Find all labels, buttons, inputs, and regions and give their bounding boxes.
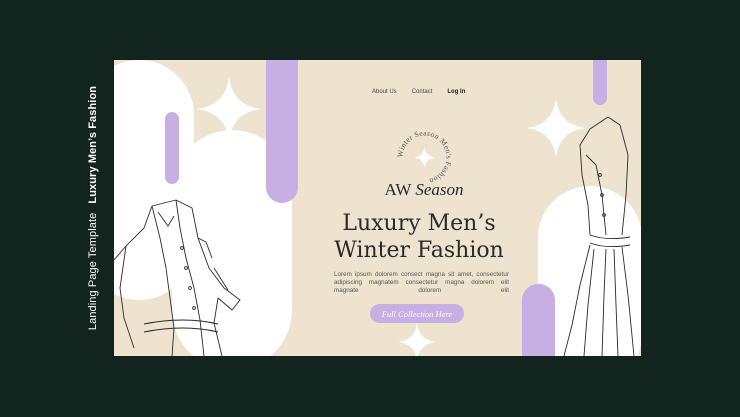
side-label-title: Luxury Men’s Fashion [87, 85, 99, 204]
nav-contact[interactable]: Contact [412, 89, 433, 95]
lavender-pill-left-large [266, 60, 298, 203]
nav-about-us[interactable]: About Us [372, 89, 397, 95]
full-collection-button[interactable]: Full Collection Here [370, 304, 464, 323]
page-title: Luxury Men’s Winter Fashion [304, 210, 534, 264]
lavender-pill-left-small [165, 112, 179, 184]
title-line-1: Luxury Men’s [342, 211, 496, 236]
lavender-pill-right-top [593, 60, 607, 105]
sparkle-icon [398, 323, 436, 356]
landing-page-preview: About Us Contact Log In Winter Season Me… [114, 60, 641, 356]
nav-log-in[interactable]: Log In [447, 89, 465, 95]
tagline-season: Season [415, 180, 464, 199]
top-nav: About Us Contact Log In [372, 89, 465, 95]
hero-description: Lorem ipsum dolorem consect magna sit am… [334, 271, 509, 295]
shirt-illustration [114, 199, 241, 356]
tagline-aw: AW [384, 180, 412, 199]
sparkle-icon [196, 76, 262, 142]
title-line-2: Winter Fashion [334, 238, 504, 263]
side-label: Landing Page Template Luxury Men’s Fashio… [87, 86, 99, 330]
dress-illustration [563, 116, 635, 356]
side-label-template: Landing Page Template [87, 212, 99, 331]
hero-tagline: AW Season [364, 180, 484, 200]
